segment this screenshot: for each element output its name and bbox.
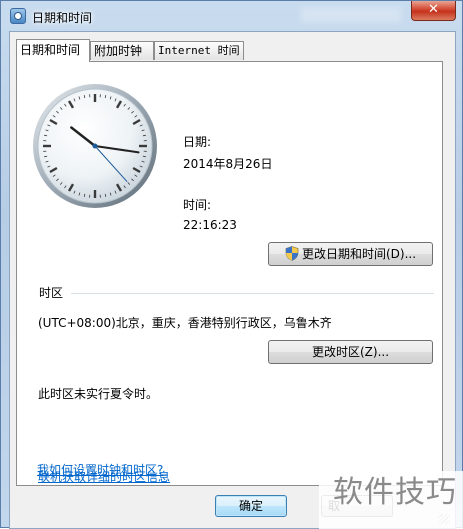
tab-label: 日期和时间 — [20, 43, 80, 57]
datetime-app-icon — [10, 8, 26, 24]
analog-clock-icon — [31, 82, 159, 210]
tab-date-time[interactable]: 日期和时间 — [16, 39, 90, 62]
close-icon: ✕ — [428, 2, 439, 17]
tab-label: 附加时钟 — [94, 44, 142, 58]
window-title: 日期和时间 — [32, 9, 92, 26]
tab-internet-time[interactable]: Internet 时间 — [154, 41, 244, 60]
timezone-divider — [71, 293, 434, 294]
date-label: 日期: — [183, 133, 211, 150]
uac-shield-icon — [285, 246, 299, 261]
watermark: 软件技巧 — [319, 471, 463, 529]
title-bar[interactable]: 日期和时间 ✕ — [1, 1, 462, 31]
blurred-title-area — [301, 7, 401, 23]
ok-button[interactable]: 确定 — [215, 495, 287, 517]
time-value: 22:16:23 — [183, 218, 237, 232]
ok-label: 确定 — [239, 499, 263, 513]
close-button[interactable]: ✕ — [411, 1, 456, 21]
tab-label: Internet 时间 — [158, 44, 240, 57]
dialog-client-area: 日期和时间 附加时钟 Internet 时间 — [9, 31, 456, 529]
tab-panel-date-time: 日期: 2014年8月26日 时间: 22:16:23 更改日期和时间(D)..… — [16, 61, 443, 486]
change-timezone-label: 更改时区(Z)... — [312, 345, 389, 359]
change-date-time-button[interactable]: 更改日期和时间(D)... — [268, 242, 433, 266]
how-to-set-clock-link[interactable]: 我如何设置时钟和时区? — [37, 461, 163, 478]
time-label: 时间: — [183, 196, 211, 213]
dst-note: 此时区未实行夏令时。 — [38, 385, 158, 402]
tab-additional-clocks[interactable]: 附加时钟 — [90, 41, 154, 60]
date-value: 2014年8月26日 — [183, 155, 272, 172]
change-date-time-label: 更改日期和时间(D)... — [302, 247, 416, 261]
change-timezone-button[interactable]: 更改时区(Z)... — [268, 340, 433, 364]
timezone-section-label: 时区 — [39, 284, 63, 301]
current-timezone: (UTC+08:00)北京，重庆，香港特别行政区，乌鲁木齐 — [38, 314, 332, 331]
date-time-window: 日期和时间 ✕ 日期和时间 附加时钟 Internet 时间 — [0, 0, 463, 528]
